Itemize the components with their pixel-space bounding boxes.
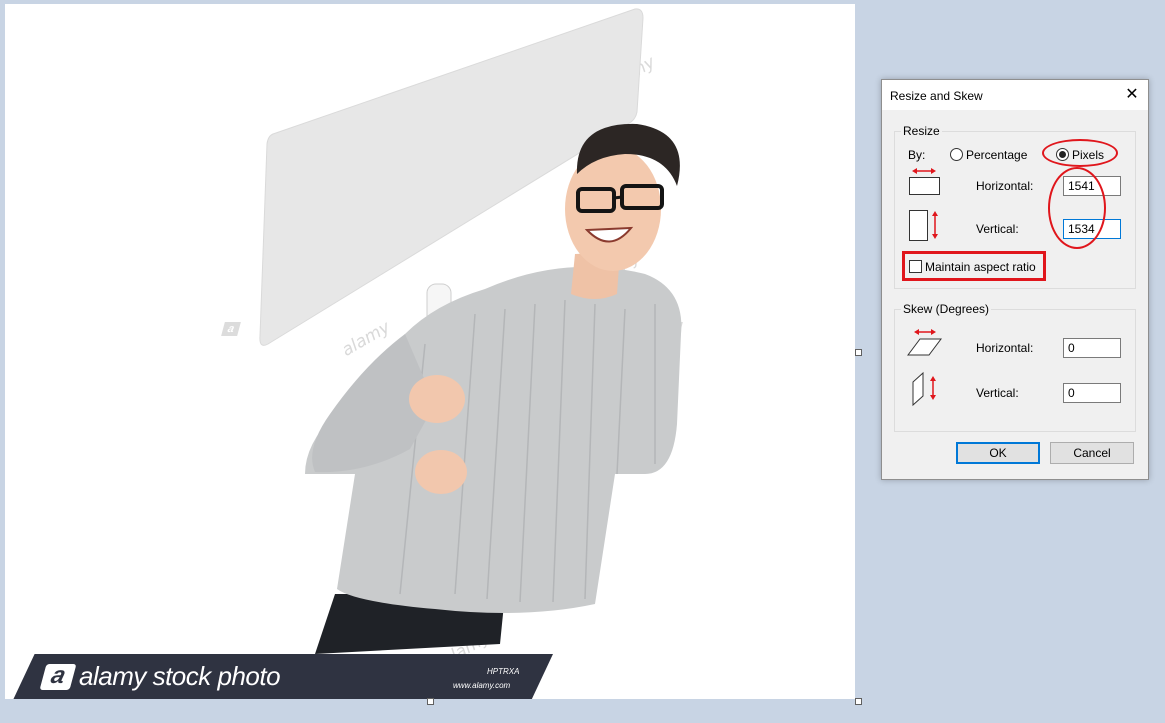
canvas-resize-handle-right[interactable]: [855, 349, 862, 356]
skew-group-label: Skew (Degrees): [901, 302, 992, 316]
stock-photo-banner: a alamy stock photo HPTRXA www.alamy.com: [13, 654, 553, 699]
skew-horizontal-icon: [907, 329, 942, 356]
skew-vertical-label: Vertical:: [976, 386, 1019, 400]
resize-vertical-label: Vertical:: [976, 222, 1019, 236]
ok-button[interactable]: OK: [956, 442, 1040, 464]
image-canvas[interactable]: alamy alamy alamy alamy alamy a a a: [5, 4, 855, 699]
skew-horizontal-label: Horizontal:: [976, 341, 1034, 355]
banner-url: www.alamy.com: [453, 681, 511, 690]
banner-image-id: HPTRXA: [487, 667, 520, 676]
percentage-radio[interactable]: [950, 148, 963, 161]
skew-horizontal-input[interactable]: 0: [1063, 338, 1121, 358]
resize-vertical-icon: [909, 210, 938, 241]
resize-horizontal-label: Horizontal:: [976, 179, 1034, 193]
alamy-logo-icon: a: [39, 662, 77, 690]
aspect-ratio-annotation-box: [902, 251, 1046, 281]
pixels-annotation-ellipse: [1042, 139, 1118, 167]
by-label: By:: [908, 148, 926, 162]
canvas-resize-handle-bottom[interactable]: [427, 698, 434, 705]
percentage-label[interactable]: Percentage: [966, 148, 1027, 162]
dialog-titlebar[interactable]: Resize and Skew ✕: [882, 80, 1148, 110]
canvas-resize-handle-corner[interactable]: [855, 698, 862, 705]
skew-vertical-input[interactable]: 0: [1063, 383, 1121, 403]
resize-group-label: Resize: [901, 124, 942, 138]
skew-vertical-icon: [912, 371, 936, 407]
close-icon[interactable]: ✕: [1120, 83, 1144, 107]
person-holding-sign-photo: [259, 8, 682, 654]
dimensions-annotation-ellipse: [1048, 167, 1106, 249]
dialog-title: Resize and Skew: [890, 89, 983, 103]
banner-brand-text: alamy stock photo: [79, 661, 281, 691]
resize-horizontal-icon: [909, 168, 940, 195]
cancel-button[interactable]: Cancel: [1050, 442, 1134, 464]
